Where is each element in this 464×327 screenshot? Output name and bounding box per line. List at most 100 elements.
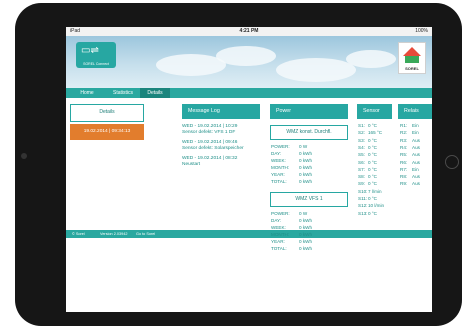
relais-row: R5: Aus	[400, 152, 420, 158]
relais-row-value: Ein	[412, 166, 419, 172]
relais-row-label: R7:	[400, 166, 408, 172]
power-row-label: DAY:	[271, 151, 282, 156]
sensor-row-label: S12:	[358, 203, 368, 209]
relais-row-value: Aus	[412, 159, 420, 165]
sensor-row-value: 7 l/min	[368, 188, 382, 194]
relais-row-value: Aus	[412, 152, 420, 158]
logo-right-label: SOREL	[405, 66, 419, 71]
sorel-connect-logo[interactable]: ▭⇌ SOREL Connect	[76, 42, 116, 68]
power-row-value: 0 kWh	[299, 218, 313, 223]
sensor-row: S7: 0 °C	[358, 166, 377, 172]
sensor-row: S1: 0 °C	[358, 123, 377, 128]
relais-row: R7: Ein	[400, 166, 419, 172]
sensor-row-label: S3:	[358, 137, 365, 143]
power-row-label: MONTH:	[271, 232, 290, 237]
power-row-label: TOTAL:	[271, 179, 287, 184]
relais-row: R4: Aus	[400, 144, 420, 150]
tab-statistics[interactable]: Statistics	[106, 88, 140, 98]
footer-bar: © Sorel Version 2.03942 Go to Sorel	[66, 230, 432, 238]
relais-row-label: R4:	[400, 144, 408, 150]
battery-indicator: 100%	[415, 28, 428, 34]
sensor-row-value: 165 °C	[368, 130, 383, 136]
home-button[interactable]	[445, 155, 459, 169]
power-row: DAY: 0 kWh	[271, 151, 312, 156]
message-text: Sensor defekt: VFS 1 DF	[182, 130, 236, 135]
sensor-row-value: 0 °C	[368, 159, 377, 165]
message-log-header: Message Log	[182, 104, 260, 119]
power-row-value: 0 kWh	[299, 232, 313, 237]
power-header: Power	[270, 104, 348, 119]
relais-row: R9: Aus	[400, 181, 420, 186]
power-row-label: MONTH:	[271, 165, 290, 170]
power-row: TOTAL: 0 kWh	[271, 246, 312, 251]
sensor-row-value: 0 °C	[368, 137, 377, 143]
power-row: TOTAL: 0 kWh	[271, 179, 312, 184]
power-row: YEAR: 0 kWh	[271, 172, 312, 177]
relais-row: R8: Aus	[400, 174, 420, 180]
power-group-wmz-vfs1[interactable]: WMZ VFS 1	[270, 192, 348, 207]
sensor-row-label: S7:	[358, 166, 365, 172]
power-row-label: DAY:	[271, 218, 282, 223]
sensor-row-label: S13:	[358, 210, 368, 216]
power-group-wmz-konst[interactable]: WMZ konst. Durchfl.	[270, 125, 348, 140]
power-row-value: 0 kWh	[299, 158, 313, 163]
power-row-label: WEEK:	[271, 158, 286, 163]
logo-left-label: SOREL Connect	[83, 62, 109, 66]
power-row-value: 0 kWh	[299, 179, 313, 184]
power-row-value: 0 kWh	[299, 239, 313, 244]
power-row-label: YEAR:	[271, 172, 285, 177]
sensor-header: Sensor	[357, 104, 392, 119]
date-selector[interactable]: 19.02.2014 | 09:34:13	[70, 124, 144, 140]
power-row-value: 0 kWh	[299, 151, 313, 156]
power-row: WEEK: 0 kWh	[271, 225, 312, 230]
relais-row-value: Aus	[412, 137, 420, 143]
tablet-frame: iPad 4:21 PM 100% ▭⇌ SOREL Connect SOREL…	[15, 3, 462, 326]
sensor-row-value: 0 °C	[368, 144, 377, 150]
sorel-logo: SOREL	[398, 42, 426, 74]
sensor-row-label: S11:	[358, 196, 368, 201]
sensor-row: S2: 165 °C	[358, 130, 382, 136]
power-row: POWER: 0 W	[271, 211, 307, 216]
controller-icon: ▭⇌	[81, 45, 99, 56]
house-wall-icon	[405, 56, 419, 63]
power-row-value: 0 kWh	[299, 165, 313, 170]
sensor-row: S3: 0 °C	[358, 137, 377, 143]
sensor-row-value: 0 °C	[368, 174, 377, 180]
relais-row-label: R8:	[400, 174, 408, 180]
message-text: Sensor defekt: Solarspeicher	[182, 146, 244, 151]
power-row: POWER: 0 W	[271, 144, 307, 149]
relais-row: R2: Ein	[400, 130, 419, 135]
sensor-row-value: 0 °C	[368, 123, 377, 128]
sensor-row-label: S5:	[358, 152, 365, 158]
footer-version: Version 2.03942	[100, 232, 128, 236]
message-text: Neustart	[182, 162, 201, 167]
clock: 4:21 PM	[239, 28, 259, 34]
power-row-label: POWER:	[271, 211, 290, 216]
sensor-row-value: 0 °C	[368, 210, 377, 216]
power-row-value: 0 kWh	[299, 246, 313, 251]
sensor-row-value: 0 °C	[368, 181, 377, 187]
relais-row-label: R5:	[400, 152, 408, 158]
sensor-row-label: S9:	[358, 181, 365, 187]
sensor-row: S5: 0 °C	[358, 152, 377, 158]
footer-link[interactable]: Go to Sorel	[136, 230, 155, 238]
relais-row-value: Aus	[412, 144, 420, 150]
sensor-row-label: S8:	[358, 174, 365, 180]
sensor-row-label: S6:	[358, 159, 365, 165]
tab-home[interactable]: Home	[76, 88, 98, 98]
sensor-row-label: S2:	[358, 130, 365, 136]
ios-status-bar: iPad 4:21 PM 100%	[66, 27, 432, 36]
details-content: Details 19.02.2014 | 09:34:13 Message Lo…	[66, 98, 432, 269]
relais-row-value: Aus	[412, 181, 420, 187]
power-row: YEAR: 0 kWh	[271, 239, 312, 244]
footer-copyright: © Sorel	[72, 232, 85, 236]
relais-row-value: Ein	[412, 130, 419, 136]
relais-row-value: Aus	[412, 174, 420, 180]
power-row-label: POWER:	[271, 144, 290, 149]
sensor-row-label: S10:	[358, 188, 368, 194]
sensor-row-label: S1:	[358, 123, 365, 128]
details-button[interactable]: Details	[70, 104, 144, 122]
sensor-row: S13: 0 °C	[358, 210, 377, 216]
sensor-row-value: 0 °C	[368, 196, 377, 201]
tab-details[interactable]: Details	[140, 88, 170, 98]
